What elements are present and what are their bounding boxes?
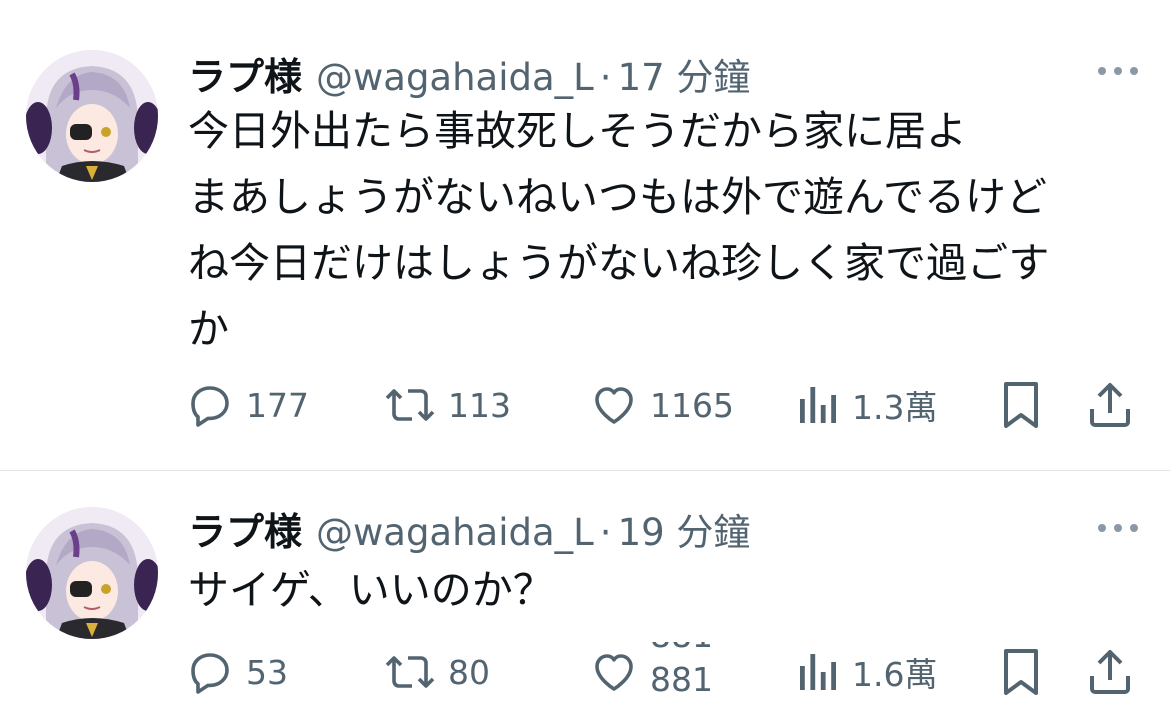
reply-bubble-icon	[191, 653, 229, 694]
more-dots-icon[interactable]	[1098, 65, 1138, 77]
avatar[interactable]	[26, 507, 158, 639]
retweet-count: 113	[448, 385, 511, 425]
reply-bubble-icon	[191, 386, 229, 427]
views-bar-chart-icon	[800, 654, 836, 690]
tweet-text-line: サイゲ、いいのか？	[188, 566, 554, 614]
heart-icon	[595, 654, 633, 691]
bookmark-button[interactable]	[998, 642, 1044, 702]
tweet-actions: 177 113 1165 1.3萬	[186, 375, 1146, 435]
user-handle[interactable]: @wagahaida_L	[316, 511, 594, 554]
avatar[interactable]	[26, 50, 158, 182]
bookmark-icon	[1004, 649, 1038, 695]
tweet-text-line: まあしょうがないねいつもは外で遊んでるけど	[188, 173, 1047, 221]
like-count-new: 881	[650, 660, 713, 699]
bookmark-button[interactable]	[998, 375, 1044, 435]
retweet-icon	[385, 656, 435, 688]
share-button[interactable]	[1086, 375, 1134, 435]
tweet-header: ラプ様 @wagahaida_L · 19 分鐘	[188, 501, 750, 554]
reply-count: 53	[246, 652, 288, 692]
timestamp[interactable]: 19 分鐘	[618, 502, 751, 556]
reply-button[interactable]: 53	[186, 642, 288, 702]
tweet[interactable]: ラプ様 @wagahaida_L · 19 分鐘 サイゲ、いいのか？ 53 80	[0, 471, 1170, 703]
share-button[interactable]	[1086, 642, 1134, 702]
more-dots-icon[interactable]	[1098, 522, 1138, 534]
separator-dot: ·	[599, 511, 612, 554]
views-button[interactable]: 1.6萬	[796, 642, 937, 702]
tweet-text-line: ね今日だけはしょうがないね珍しく家で過ごす	[188, 239, 1050, 287]
reply-button[interactable]: 177	[186, 375, 309, 435]
retweet-count: 80	[448, 652, 490, 692]
retweet-button[interactable]: 113	[384, 375, 511, 435]
tweet-header: ラプ様 @wagahaida_L · 17 分鐘	[188, 46, 750, 99]
like-button[interactable]: 1165	[590, 375, 734, 435]
separator-dot: ·	[599, 56, 612, 99]
like-count: 1165	[650, 385, 734, 425]
views-count: 1.3萬	[852, 388, 938, 427]
views-count: 1.6萬	[852, 655, 938, 694]
like-button[interactable]: 881 881	[590, 642, 720, 702]
like-count-old: 881	[650, 642, 713, 658]
avatar-image	[26, 507, 158, 639]
tweet-text-line: 今日外出たら事故死しそうだから家に居よ	[188, 107, 967, 155]
tweet[interactable]: ラプ様 @wagahaida_L · 17 分鐘 今日外出たら事故死しそうだから…	[0, 0, 1170, 471]
display-name[interactable]: ラプ様	[188, 501, 302, 556]
tweet-actions: 53 80 881 881	[186, 642, 1146, 702]
share-upload-icon	[1090, 650, 1130, 694]
tweet-text-line: か	[188, 305, 229, 353]
heart-icon	[595, 387, 633, 424]
views-button[interactable]: 1.3萬	[796, 375, 937, 435]
retweet-icon	[385, 389, 435, 421]
timestamp[interactable]: 17 分鐘	[618, 47, 751, 101]
avatar-image	[26, 50, 158, 182]
tweet-text: サイゲ、いいのか？	[188, 557, 1148, 623]
tweet-text: 今日外出たら事故死しそうだから家に居よ まあしょうがないねいつもは外で遊んでるけ…	[188, 98, 1148, 362]
reply-count: 177	[246, 385, 309, 425]
retweet-button[interactable]: 80	[384, 642, 490, 702]
views-bar-chart-icon	[800, 387, 836, 423]
user-handle[interactable]: @wagahaida_L	[316, 56, 594, 99]
display-name[interactable]: ラプ様	[188, 46, 302, 101]
bookmark-icon	[1004, 382, 1038, 428]
share-upload-icon	[1090, 383, 1130, 427]
like-count-rolling: 881 881	[650, 642, 720, 702]
